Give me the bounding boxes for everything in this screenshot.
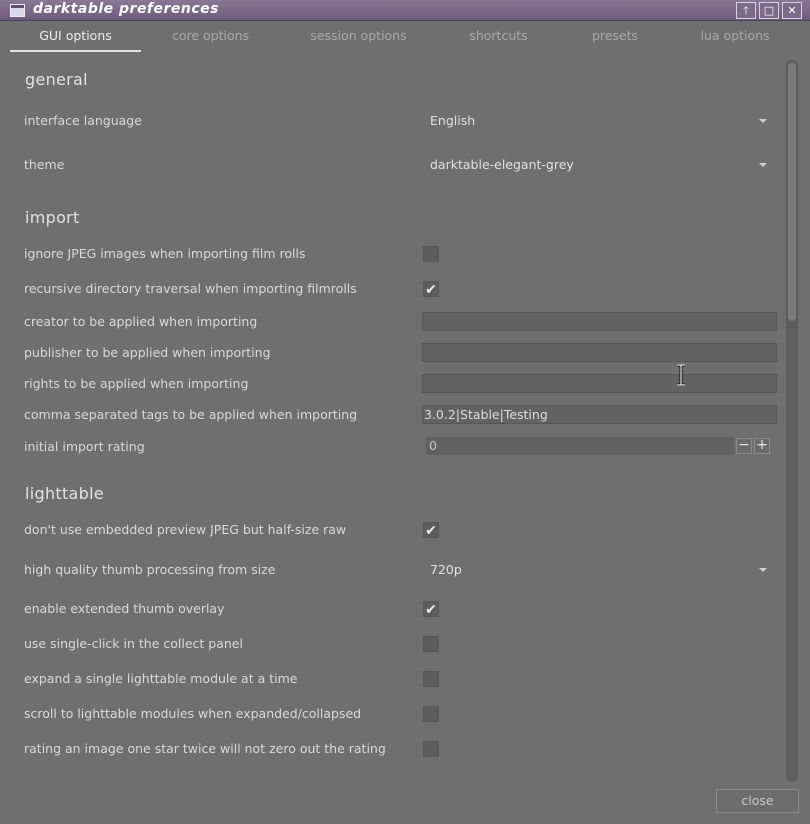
close-icon[interactable]: ✕ xyxy=(782,2,802,19)
increment-button[interactable]: + xyxy=(754,438,770,454)
extended-overlay-label: enable extended thumb overlay xyxy=(24,601,225,616)
section-heading-general: general xyxy=(25,70,88,89)
recursive-traversal-label: recursive directory traversal when impor… xyxy=(24,281,357,296)
app-icon xyxy=(10,4,25,17)
interface-language-label: interface language xyxy=(24,113,142,128)
tab-gui-options[interactable]: GUI options xyxy=(10,26,141,52)
publisher-label: publisher to be applied when importing xyxy=(24,345,271,360)
tab-lua-options[interactable]: lua options xyxy=(690,26,780,50)
initial-rating-label: initial import rating xyxy=(24,439,145,454)
tab-shortcuts[interactable]: shortcuts xyxy=(456,26,541,50)
chevron-down-icon[interactable] xyxy=(759,568,767,572)
theme-label: theme xyxy=(24,157,65,172)
interface-language-combo[interactable]: English xyxy=(430,113,475,128)
ignore-jpeg-checkbox[interactable] xyxy=(423,246,439,262)
text-cursor-icon xyxy=(677,364,685,386)
tab-session-options[interactable]: session options xyxy=(300,26,417,50)
scrollbar-thumb[interactable] xyxy=(788,63,796,321)
tags-field[interactable]: 3.0.2|Stable|Testing xyxy=(422,405,777,424)
rights-field[interactable] xyxy=(422,374,777,393)
theme-combo[interactable]: darktable-elegant-grey xyxy=(430,157,574,172)
up-icon[interactable]: 🡑 xyxy=(736,2,756,19)
scroll-modules-label: scroll to lighttable modules when expand… xyxy=(24,706,362,721)
no-embedded-preview-checkbox[interactable]: ✔ xyxy=(423,522,439,539)
scroll-modules-checkbox[interactable] xyxy=(423,706,439,722)
decrement-button[interactable]: − xyxy=(736,438,752,454)
maximize-icon[interactable]: □ xyxy=(759,2,779,19)
section-heading-lighttable: lighttable xyxy=(25,484,104,503)
rights-label: rights to be applied when importing xyxy=(24,376,249,391)
tab-presets[interactable]: presets xyxy=(580,26,650,50)
creator-field[interactable] xyxy=(422,312,777,331)
tab-bar: GUI options core options session options… xyxy=(10,26,780,52)
recursive-traversal-checkbox[interactable]: ✔ xyxy=(423,281,439,298)
expand-single-label: expand a single lighttable module at a t… xyxy=(24,671,298,686)
single-click-label: use single-click in the collect panel xyxy=(24,636,243,651)
extended-overlay-checkbox[interactable]: ✔ xyxy=(423,601,439,618)
ignore-jpeg-label: ignore JPEG images when importing film r… xyxy=(24,246,306,261)
hq-thumb-label: high quality thumb processing from size xyxy=(24,562,276,577)
window-title: darktable preferences xyxy=(33,1,220,17)
hq-thumb-combo[interactable]: 720p xyxy=(430,562,462,577)
single-click-checkbox[interactable] xyxy=(423,636,439,652)
no-embedded-preview-label: don't use embedded preview JPEG but half… xyxy=(24,522,347,537)
tab-core-options[interactable]: core options xyxy=(158,26,263,50)
chevron-down-icon[interactable] xyxy=(759,163,767,167)
publisher-field[interactable] xyxy=(422,343,777,362)
creator-label: creator to be applied when importing xyxy=(24,314,258,329)
chevron-down-icon[interactable] xyxy=(759,119,767,123)
tags-label: comma separated tags to be applied when … xyxy=(24,407,358,422)
title-bar: darktable preferences 🡑 □ ✕ xyxy=(0,0,810,21)
initial-rating-input[interactable]: 0 xyxy=(426,437,734,455)
rating-twice-label: rating an image one star twice will not … xyxy=(24,741,386,756)
close-button[interactable]: close xyxy=(716,789,799,813)
expand-single-checkbox[interactable] xyxy=(423,671,439,687)
section-heading-import: import xyxy=(25,208,80,227)
rating-twice-checkbox[interactable] xyxy=(423,741,439,757)
